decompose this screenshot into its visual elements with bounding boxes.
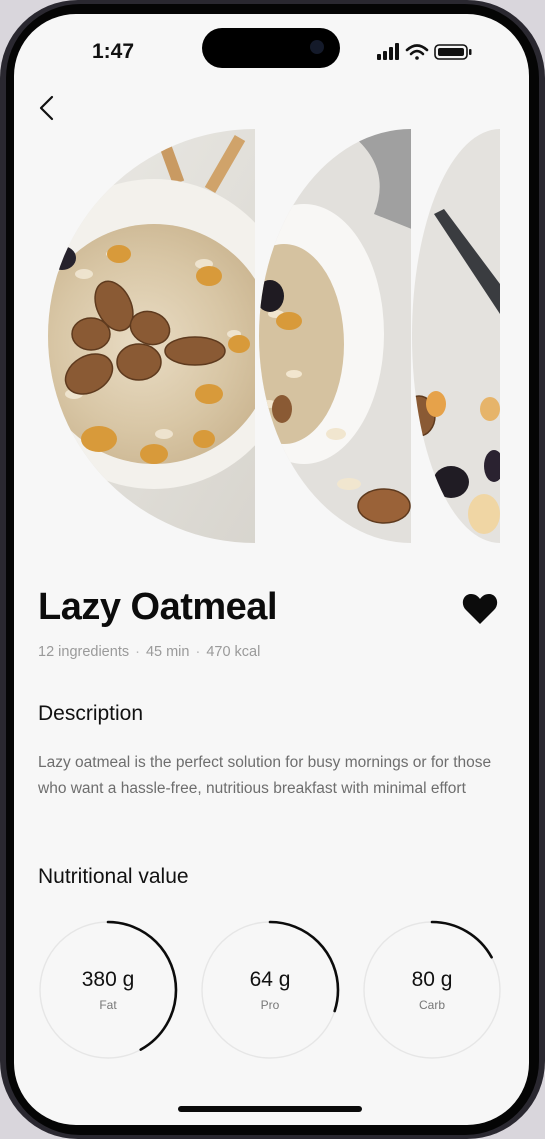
meta-separator: ·: [135, 644, 140, 660]
home-indicator[interactable]: [178, 1106, 362, 1112]
nutrition-ring-fat: 380 g Fat: [36, 918, 180, 1062]
wifi-icon: [405, 44, 429, 60]
cook-time: 45 min: [145, 644, 190, 660]
description-heading: Description: [38, 702, 144, 725]
nutrition-heading: Nutritional value: [38, 865, 189, 888]
hero-slice-1: [48, 129, 255, 543]
recipe-meta: 12 ingredients · 45 min · 470 kcal: [38, 644, 260, 660]
nutrition-rings: 380 g Fat 64 g Pro 80 g Carb: [36, 918, 516, 1068]
signal-icon: [377, 43, 399, 60]
recipe-hero-image: [48, 129, 500, 543]
front-camera: [310, 40, 324, 54]
nutrition-label: Fat: [99, 998, 117, 1012]
meta-separator: ·: [195, 644, 201, 660]
nutrition-value: 80 g: [411, 968, 453, 991]
hero-slice-3: [412, 129, 500, 543]
app-screen: 1:47 Lazy Oatmeal 12 ingredients · 45 mi…: [14, 14, 529, 1125]
recipe-title: Lazy Oatmeal: [38, 586, 278, 628]
nutrition-ring-carb: 80 g Carb: [360, 918, 504, 1062]
status-icons: [377, 43, 472, 60]
description-text: Lazy oatmeal is the perfect solution for…: [38, 754, 492, 797]
nutrition-label: Pro: [260, 998, 280, 1012]
status-time: 1:47: [92, 40, 135, 63]
calories: 470 kcal: [206, 644, 261, 660]
nutrition-value: 380 g: [81, 968, 135, 991]
dynamic-island: [202, 28, 340, 68]
phone-frame: 1:47 Lazy Oatmeal 12 ingredients · 45 mi…: [0, 0, 545, 1139]
nutrition-label: Carb: [418, 998, 445, 1012]
battery-icon: [434, 44, 472, 60]
chevron-left-icon[interactable]: [34, 94, 62, 122]
nutrition-value: 64 g: [249, 968, 291, 991]
heart-icon[interactable]: [462, 592, 498, 626]
ingredients-count: 12 ingredients: [38, 644, 130, 660]
nutrition-ring-protein: 64 g Pro: [198, 918, 342, 1062]
